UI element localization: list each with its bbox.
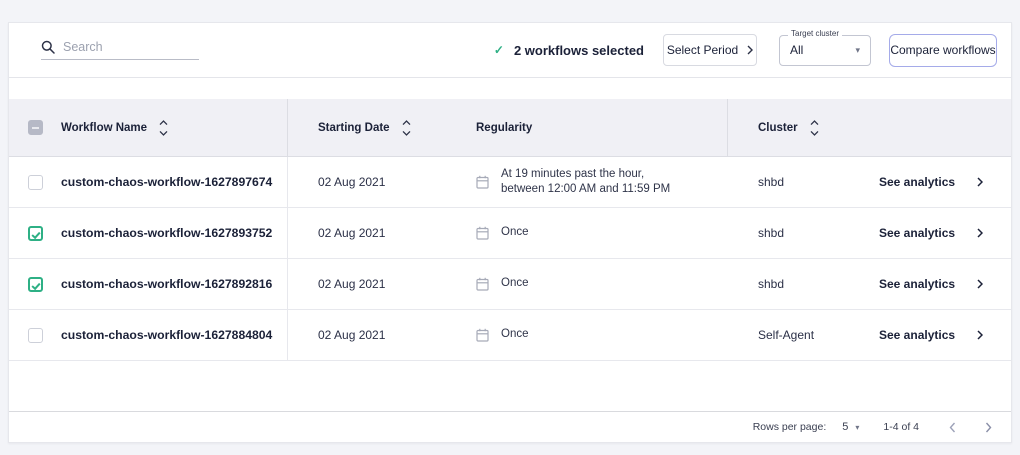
- pagination-range: 1-4 of 4: [883, 421, 919, 433]
- chevron-right-icon: [977, 228, 983, 238]
- table-row: custom-chaos-workflow-1627884804 02 Aug …: [9, 310, 1011, 361]
- sort-starting-date[interactable]: [402, 120, 411, 136]
- calendar-icon: [476, 277, 489, 291]
- starting-date: 02 Aug 2021: [288, 328, 446, 342]
- column-header-regularity: Regularity: [476, 122, 532, 134]
- workflow-comparison-panel: ✓ 2 workflows selected Select Period Tar…: [8, 22, 1012, 443]
- column-header-workflow-name: Workflow Name: [61, 122, 147, 134]
- regularity-line1: Once: [501, 276, 529, 291]
- sort-cluster[interactable]: [810, 120, 819, 136]
- see-analytics-label: See analytics: [879, 226, 955, 240]
- starting-date: 02 Aug 2021: [288, 226, 446, 240]
- calendar-icon: [476, 226, 489, 240]
- table-row: custom-chaos-workflow-1627892816 02 Aug …: [9, 259, 1011, 310]
- target-cluster-select[interactable]: Target cluster All ▾: [779, 35, 871, 66]
- sort-desc-icon: [810, 130, 819, 136]
- row-checkbox[interactable]: [28, 226, 43, 241]
- cluster-name: Self-Agent: [728, 328, 849, 342]
- regularity-line2: between 12:00 AM and 11:59 PM: [501, 182, 670, 197]
- checkmark-icon: ✓: [494, 43, 504, 57]
- see-analytics-label: See analytics: [879, 175, 955, 189]
- dropdown-caret-icon: ▾: [855, 423, 859, 432]
- next-page-button[interactable]: [981, 420, 995, 434]
- calendar-icon: [476, 328, 489, 342]
- dropdown-caret-icon: ▾: [855, 45, 860, 56]
- regularity-line1: Once: [501, 327, 529, 342]
- see-analytics-link[interactable]: See analytics: [849, 328, 1011, 342]
- chevron-right-icon: [977, 177, 983, 187]
- select-period-label: Select Period: [667, 43, 738, 57]
- column-header-cluster: Cluster: [758, 122, 798, 134]
- row-checkbox[interactable]: [28, 175, 43, 190]
- chevron-right-icon: [977, 279, 983, 289]
- search-input[interactable]: [63, 40, 183, 54]
- workflow-name: custom-chaos-workflow-1627892816: [61, 277, 272, 291]
- workflow-name: custom-chaos-workflow-1627897674: [61, 175, 272, 189]
- sort-desc-icon: [159, 130, 168, 136]
- sort-asc-icon: [159, 120, 168, 126]
- pagination-footer: Rows per page: 5 ▾ 1-4 of 4: [9, 411, 1011, 442]
- search-icon: [41, 40, 55, 54]
- regularity-line1: At 19 minutes past the hour,: [501, 167, 670, 182]
- chevron-right-icon: [747, 45, 753, 55]
- cluster-name: shbd: [728, 226, 849, 240]
- rows-per-page-label: Rows per page:: [753, 421, 827, 433]
- chevron-left-icon: [949, 422, 956, 433]
- sort-workflow-name[interactable]: [159, 120, 168, 136]
- see-analytics-link[interactable]: See analytics: [849, 175, 1011, 189]
- column-header-starting-date: Starting Date: [318, 122, 390, 134]
- selection-status-text: 2 workflows selected: [514, 43, 644, 58]
- see-analytics-label: See analytics: [879, 277, 955, 291]
- table-header: Workflow Name Starting Date Regularity C: [9, 99, 1011, 157]
- toolbar: ✓ 2 workflows selected Select Period Tar…: [9, 23, 1011, 78]
- search-box[interactable]: [41, 40, 199, 60]
- rows-per-page-value: 5: [842, 421, 848, 433]
- starting-date: 02 Aug 2021: [288, 277, 446, 291]
- compare-workflows-button[interactable]: Compare workflows: [889, 34, 997, 67]
- selection-status: ✓ 2 workflows selected: [494, 43, 644, 58]
- chevron-right-icon: [977, 330, 983, 340]
- rows-per-page-select[interactable]: 5 ▾: [842, 421, 859, 433]
- previous-page-button[interactable]: [945, 420, 959, 434]
- empty-area: [9, 361, 1011, 411]
- table-row: custom-chaos-workflow-1627897674 02 Aug …: [9, 157, 1011, 208]
- see-analytics-label: See analytics: [879, 328, 955, 342]
- workflow-name: custom-chaos-workflow-1627893752: [61, 226, 272, 240]
- row-checkbox[interactable]: [28, 328, 43, 343]
- spacer: [9, 78, 1011, 99]
- table-row: custom-chaos-workflow-1627893752 02 Aug …: [9, 208, 1011, 259]
- workflow-name: custom-chaos-workflow-1627884804: [61, 328, 272, 342]
- see-analytics-link[interactable]: See analytics: [849, 277, 1011, 291]
- regularity-line1: Once: [501, 225, 529, 240]
- starting-date: 02 Aug 2021: [288, 175, 446, 189]
- see-analytics-link[interactable]: See analytics: [849, 226, 1011, 240]
- target-cluster-label: Target cluster: [788, 30, 842, 38]
- sort-asc-icon: [402, 120, 411, 126]
- cluster-name: shbd: [728, 175, 849, 189]
- target-cluster-value: All: [790, 43, 803, 57]
- select-period-button[interactable]: Select Period: [663, 34, 757, 66]
- select-all-checkbox[interactable]: [28, 120, 43, 135]
- calendar-icon: [476, 175, 489, 189]
- chevron-right-icon: [985, 422, 992, 433]
- sort-desc-icon: [402, 130, 411, 136]
- row-checkbox[interactable]: [28, 277, 43, 292]
- cluster-name: shbd: [728, 277, 849, 291]
- sort-asc-icon: [810, 120, 819, 126]
